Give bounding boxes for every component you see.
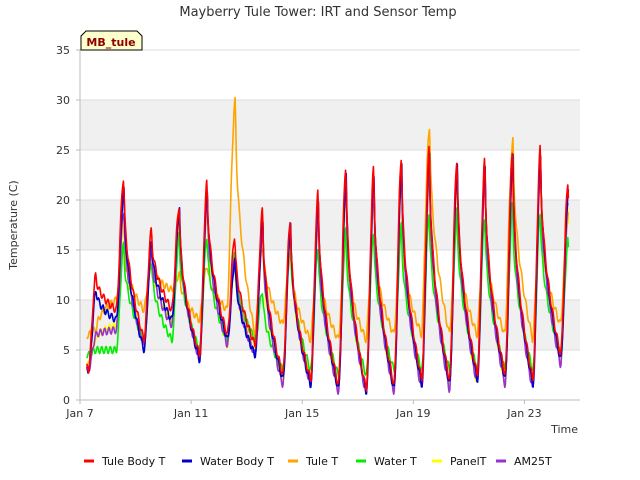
x-tick-label: Jan 23 xyxy=(506,407,541,420)
x-tick-label: Jan 19 xyxy=(395,407,430,420)
y-tick-label: 10 xyxy=(56,294,70,307)
x-tick-labels: Jan 7 Jan 11 Jan 15 Jan 19 Jan 23 xyxy=(65,400,542,420)
x-tick-label: Jan 15 xyxy=(284,407,319,420)
legend-item: Water Body T xyxy=(182,455,274,468)
legend-label: Tule Body T xyxy=(101,455,166,468)
y-tick-label: 15 xyxy=(56,244,70,257)
legend-item: PanelT xyxy=(432,455,487,468)
legend: Tule Body T Water Body T Tule T Water T Pane… xyxy=(84,455,552,468)
y-tick-label: 25 xyxy=(56,144,70,157)
legend-label: AM25T xyxy=(514,455,552,468)
plot-bands xyxy=(80,100,580,350)
x-tick-label: Jan 7 xyxy=(65,407,93,420)
site-badge: MB_tule xyxy=(80,30,143,51)
legend-label: Water T xyxy=(374,455,417,468)
plot-band xyxy=(80,200,580,250)
series-line-water-body-t xyxy=(86,152,570,395)
legend-label: Water Body T xyxy=(200,455,274,468)
chart-title: Mayberry Tule Tower: IRT and Sensor Temp xyxy=(179,5,456,20)
legend-item: AM25T xyxy=(496,455,552,468)
legend-item: Tule T xyxy=(288,455,338,468)
site-badge-label: MB_tule xyxy=(86,36,135,49)
x-axis-label: Time xyxy=(550,423,578,436)
legend-item: Tule Body T xyxy=(84,455,166,468)
legend-item: Water T xyxy=(356,455,417,468)
y-axis-label: Temperature (C) xyxy=(7,180,20,270)
legend-label: Tule T xyxy=(305,455,338,468)
y-tick-labels: 0 5 10 15 20 25 30 35 xyxy=(56,44,80,407)
x-tick-label: Jan 11 xyxy=(173,407,208,420)
series-line-tule-body-t xyxy=(86,144,570,392)
y-tick-label: 0 xyxy=(63,394,70,407)
y-tick-label: 35 xyxy=(56,44,70,57)
y-tick-label: 5 xyxy=(63,344,70,357)
temperature-chart: 05101520253035 Jan 7 Jan 11 Jan 15 Jan 19 Ja… xyxy=(7,5,580,468)
legend-label: PanelT xyxy=(450,455,487,468)
plot-band xyxy=(80,100,580,150)
y-tick-label: 20 xyxy=(56,194,70,207)
y-tick-label: 30 xyxy=(56,94,70,107)
